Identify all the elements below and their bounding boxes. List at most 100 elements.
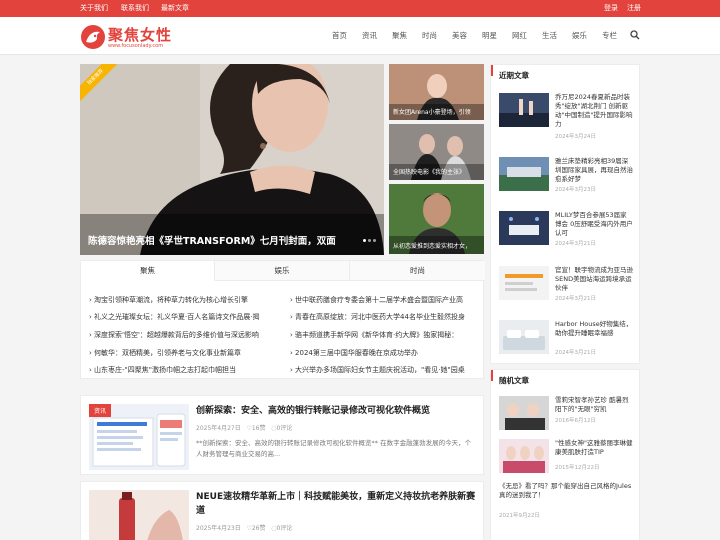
nav-entertainment[interactable]: 娱乐	[572, 30, 587, 41]
recent-post-date: 2024年3月24日	[555, 134, 596, 140]
random-post-title[interactable]: 《无忌》看了吗？那个能穿出自己风格的Jules真的迷到我了！	[499, 482, 633, 500]
random-posts-heading: 随机文章	[499, 376, 529, 385]
recent-post-date: 2024年3月21日	[555, 350, 596, 356]
recent-post-thumb	[499, 157, 549, 191]
list-item[interactable]: › 礼义之光璀璨女坛：礼义华夏·百人名篇诗文作品展·揭	[89, 312, 275, 322]
nav-beauty[interactable]: 美容	[452, 30, 467, 41]
random-post[interactable]: 雪莉宋智孝孙艺珍 酷暑烈阳下的"无眼"穷凯 2016年6月12日	[499, 396, 633, 432]
search-icon[interactable]	[630, 30, 640, 40]
side-feature-3[interactable]: 从初恋爱推到恋爱实相才女，	[389, 184, 484, 254]
article-title[interactable]: NEUE速妆精华革新上市｜科技赋能美妆，重新定义持妆抗老养肤新赛道	[196, 490, 476, 518]
recent-post-title[interactable]: 官宣！联宇物流成为亚马逊SEND美国站海运跨境承运伙伴	[555, 266, 633, 293]
list-item[interactable]: › 骆丰频道携手新华网《新华体育·约大牌》独家揭秘：	[290, 330, 476, 340]
tab-entertainment[interactable]: 娱乐	[215, 261, 350, 281]
recent-post-title[interactable]: MLILY梦百合参展53届家博会 0压舒眠受海内外用户认可	[555, 211, 633, 238]
recent-post-title[interactable]: 雅兰床垫精彩亮相39届深圳国际家具展，再现自然治愈系好梦	[555, 157, 633, 184]
nav-column[interactable]: 专栏	[602, 30, 617, 41]
hero-image	[80, 64, 384, 255]
article-thumbnail[interactable]	[89, 490, 189, 540]
recent-post-date: 2024年3月23日	[555, 187, 596, 193]
nav-life[interactable]: 生活	[542, 30, 557, 41]
logo-url: www.focusonlady.com	[108, 43, 164, 49]
list-item[interactable]: › 青春在高原绽放：河北中医药大学44名毕业生毅然投身	[290, 312, 476, 322]
tab-focus[interactable]: 聚焦	[81, 261, 215, 281]
random-post-title[interactable]: 雪莉宋智孝孙艺珍 酷暑烈阳下的"无眼"穷凯	[555, 396, 633, 414]
recent-post-title[interactable]: Harbor House好物集结，助你提升睡眠幸福感	[555, 320, 633, 338]
recent-post-thumb	[499, 320, 549, 354]
list-item[interactable]: › 2024第三届中国华服春晚在京成功举办	[290, 348, 476, 358]
article-card: 资讯 创新探索：安全、高效的银行转账记录修改可视化软件概览 2025年4月27日…	[80, 395, 484, 475]
article-likes: 26赞	[251, 525, 266, 532]
list-item[interactable]: › 大兴举办多场国际妇女节主题庆祝活动，"看见·她"园桌	[290, 365, 476, 375]
nav-fashion[interactable]: 时尚	[422, 30, 437, 41]
nav-influencer[interactable]: 网红	[512, 30, 527, 41]
list-item[interactable]: › 世中联药膳食疗专委会第十二届学术盛会暨国际产业高	[290, 295, 476, 305]
random-post-date: 2016年6月12日	[555, 418, 596, 424]
list-item[interactable]: › 深度探索'悟空'：超越爆款背后的多维价值与深远影响	[89, 330, 275, 340]
side-feature-2[interactable]: 全国热映电影《我的主张》	[389, 124, 484, 180]
article-date: 2025年4月27日	[196, 425, 241, 432]
recent-posts-widget: 近期文章 乔万尼2024春夏新品时装秀"绽放"湖北荆门 创新驱动"中国制造"提升…	[490, 64, 640, 364]
list-item[interactable]: › 何敏华：双栖精美，引领养老与文化事业新篇章	[89, 348, 275, 358]
recent-post-thumb	[499, 93, 549, 127]
nav-news[interactable]: 资讯	[362, 30, 377, 41]
nav-stars[interactable]: 明星	[482, 30, 497, 41]
article-meta: 2025年4月27日 ♡16赞 ◌0评论	[196, 423, 292, 432]
logo-text: 聚焦女性	[108, 26, 173, 44]
recent-posts-heading: 近期文章	[499, 71, 529, 80]
nav-focus[interactable]: 聚焦	[392, 30, 407, 41]
recent-post[interactable]: MLILY梦百合参展53届家博会 0压舒眠受海内外用户认可 2024年3月21日	[499, 211, 633, 247]
tab-fashion[interactable]: 时尚	[350, 261, 485, 281]
random-post[interactable]: "性感女神"这雅蔡丽李琳健康美肌肤打造TIP 2015年12月22日	[499, 439, 633, 475]
site-logo[interactable]: 聚焦女性 www.focusonlady.com	[80, 24, 180, 52]
article-thumbnail[interactable]: 资讯	[89, 404, 189, 470]
logo-face-icon	[81, 25, 105, 49]
hero-title[interactable]: 陈德容惊艳亮相《孚世TRANSFORM》七月刊封面，双面	[88, 233, 336, 247]
random-posts-widget: 随机文章 雪莉宋智孝孙艺珍 酷暑烈阳下的"无眼"穷凯 2016年6月12日 "性…	[490, 369, 640, 540]
recent-post[interactable]: 官宣！联宇物流成为亚马逊SEND美国站海运跨境承运伙伴 2024年3月21日	[499, 266, 633, 302]
article-card: NEUE速妆精华革新上市｜科技赋能美妆，重新定义持妆抗老养肤新赛道 2025年4…	[80, 481, 484, 540]
random-post-date: 2015年12月22日	[555, 465, 600, 471]
recent-post[interactable]: 乔万尼2024春夏新品时装秀"绽放"湖北荆门 创新驱动"中国制造"提升国际影响力…	[499, 93, 633, 140]
random-post-thumb	[499, 396, 549, 430]
article-comments: 0评论	[276, 425, 293, 432]
slider-dots[interactable]	[361, 227, 376, 246]
top-bar: 关于我们 联系我们 最新文章 登录 注册	[0, 0, 720, 17]
section-accent	[491, 370, 493, 381]
random-post-title[interactable]: "性感女神"这雅蔡丽李琳健康美肌肤打造TIP	[555, 439, 633, 457]
section-accent	[491, 65, 493, 76]
contact-link[interactable]: 联系我们	[121, 3, 149, 13]
recent-post[interactable]: Harbor House好物集结，助你提升睡眠幸福感 2024年3月21日	[499, 320, 633, 356]
side-feature-2-caption: 全国热映电影《我的主张》	[393, 169, 466, 176]
tabbed-news: 聚焦 娱乐 时尚 › 淘宝引领种草潮流，将种草力转化为核心增长引擎 › 礼义之光…	[80, 260, 485, 379]
login-link[interactable]: 登录	[604, 3, 618, 13]
recent-post-thumb	[499, 266, 549, 300]
side-feature-3-caption: 从初恋爱推到恋爱实相才女，	[393, 243, 472, 250]
category-tag[interactable]: 资讯	[89, 404, 112, 417]
recent-post-thumb	[499, 211, 549, 245]
article-date: 2025年4月23日	[196, 525, 241, 532]
nav-home[interactable]: 首页	[332, 30, 347, 41]
latest-link[interactable]: 最新文章	[161, 3, 189, 13]
random-post-thumb	[499, 439, 549, 473]
random-post-date: 2021年9月22日	[499, 513, 540, 519]
side-feature-1[interactable]: 新女团Arena小豪登场，引领	[389, 64, 484, 120]
recent-post-title[interactable]: 乔万尼2024春夏新品时装秀"绽放"湖北荆门 创新驱动"中国制造"提升国际影响力	[555, 93, 633, 129]
recent-post-date: 2024年3月21日	[555, 241, 596, 247]
list-item[interactable]: › 山东枣庄-"四聚焦"激扬巾帼之志打起巾帼担当	[89, 365, 275, 375]
article-comments: 0评论	[276, 525, 293, 532]
site-header: 聚焦女性 www.focusonlady.com 首页 资讯 聚焦 时尚 美容 …	[0, 17, 720, 55]
hero-slider[interactable]: 独家推荐 陈德容惊艳亮相《孚世TRANSFORM》七月刊封面，双面	[80, 64, 384, 255]
side-feature-1-caption: 新女团Arena小豪登场，引领	[393, 109, 471, 116]
article-title[interactable]: 创新探索：安全、高效的银行转账记录修改可视化软件概览	[196, 404, 476, 418]
article-excerpt: **创新探索：安全、高效的银行转账记录修改可视化软件概览** 在数字金融蓬勃发展…	[196, 439, 472, 458]
article-thumbnail-image	[89, 490, 189, 540]
recent-post-date: 2024年3月21日	[555, 296, 596, 302]
register-link[interactable]: 注册	[627, 3, 641, 13]
article-meta: 2025年4月23日 ♡26赞 ◌0评论	[196, 523, 292, 532]
article-likes: 16赞	[251, 425, 266, 432]
recent-post[interactable]: 雅兰床垫精彩亮相39届深圳国际家具展，再现自然治愈系好梦 2024年3月23日	[499, 157, 633, 193]
random-post[interactable]: 《无忌》看了吗？那个能穿出自己风格的Jules真的迷到我了！ 2021年9月22…	[499, 482, 633, 519]
list-item[interactable]: › 淘宝引领种草潮流，将种草力转化为核心增长引擎	[89, 295, 275, 305]
about-link[interactable]: 关于我们	[80, 3, 108, 13]
